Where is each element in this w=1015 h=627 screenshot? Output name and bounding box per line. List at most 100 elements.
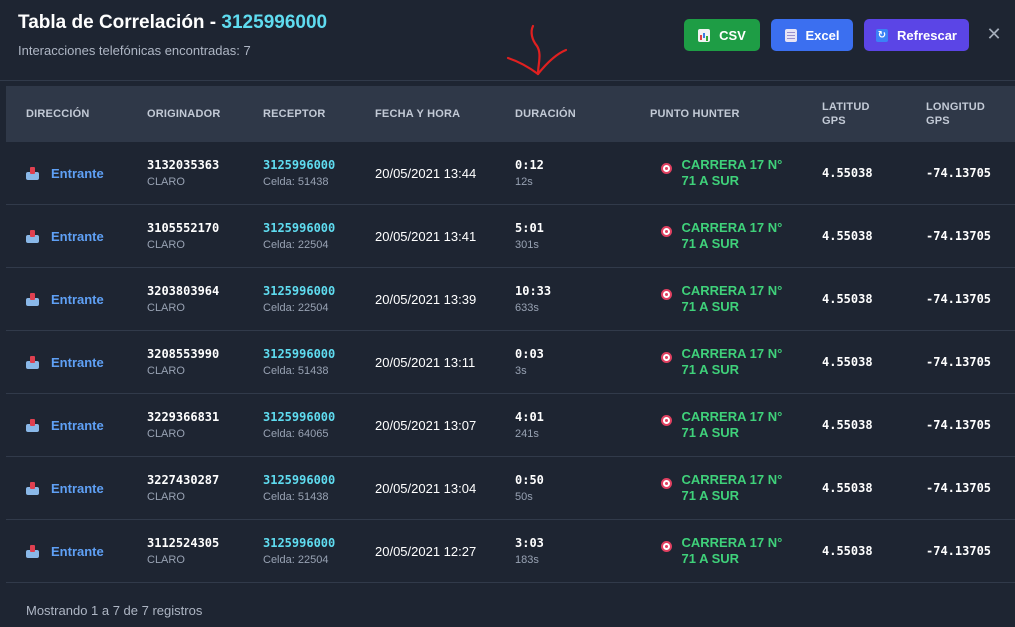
excel-button[interactable]: Excel [771, 19, 853, 51]
originator-number: 3105552170 [147, 221, 220, 235]
refresh-button[interactable]: ↻ Refrescar [864, 19, 969, 51]
table-row[interactable]: Entrante 3105552170 CLARO 3125996000 Cel… [6, 205, 1015, 268]
hunter-point: CARRERA 17 N° 71 A SUR [681, 157, 783, 188]
receiver-number[interactable]: 3125996000 [263, 536, 363, 550]
column-header-direction[interactable]: DIRECCIÓN [26, 86, 136, 142]
target-icon [660, 414, 672, 426]
duration-seconds: 50s [515, 491, 533, 503]
table-row[interactable]: Entrante 3229366831 CLARO 3125996000 Cel… [6, 394, 1015, 457]
duration-cell: 0:12 12s [515, 142, 615, 204]
direction-cell: Entrante [26, 268, 136, 330]
duration-cell: 3:03 183s [515, 520, 615, 582]
inbox-icon [26, 229, 39, 243]
longitude-cell: -74.13705 [926, 142, 1011, 204]
close-icon[interactable]: ✕ [986, 25, 1002, 43]
latitude-cell: 4.55038 [822, 205, 902, 267]
receiver-cell-id: Celda: 22504 [263, 554, 329, 566]
originator-cell: 3132035363 CLARO [147, 142, 247, 204]
call-datetime: 20/05/2021 13:11 [375, 354, 476, 370]
column-header-datetime[interactable]: FECHA Y HORA [375, 86, 495, 142]
originator-cell: 3203803964 CLARO [147, 268, 247, 330]
duration-cell: 0:50 50s [515, 457, 615, 519]
receiver-number[interactable]: 3125996000 [263, 410, 363, 424]
title-text: Tabla de Correlación - [18, 12, 222, 33]
duration-value: 0:12 [515, 158, 544, 172]
title-phone: 3125996000 [221, 12, 328, 33]
call-datetime: 20/05/2021 13:39 [375, 291, 477, 307]
duration-value: 0:03 [515, 347, 544, 361]
datetime-cell: 20/05/2021 13:44 [375, 142, 505, 204]
table-row[interactable]: Entrante 3208553990 CLARO 3125996000 Cel… [6, 331, 1015, 394]
duration-cell: 10:33 633s [515, 268, 615, 330]
longitude-cell: -74.13705 [926, 331, 1011, 393]
direction-label: Entrante [51, 165, 104, 181]
hunter-point: CARRERA 17 N° 71 A SUR [681, 220, 783, 251]
receiver-number[interactable]: 3125996000 [263, 347, 363, 361]
latitude-value: 4.55038 [822, 292, 873, 306]
column-header-duration[interactable]: DURACIÓN [515, 86, 615, 142]
datetime-cell: 20/05/2021 13:11 [375, 331, 505, 393]
column-header-longitude[interactable]: LONGITUD GPS [926, 86, 996, 142]
direction-cell: Entrante [26, 520, 136, 582]
datetime-cell: 20/05/2021 12:27 [375, 520, 505, 582]
originator-cell: 3105552170 CLARO [147, 205, 247, 267]
direction-cell: Entrante [26, 205, 136, 267]
latitude-value: 4.55038 [822, 418, 873, 432]
latitude-cell: 4.55038 [822, 142, 902, 204]
target-icon [660, 540, 672, 552]
table-row[interactable]: Entrante 3203803964 CLARO 3125996000 Cel… [6, 268, 1015, 331]
table-row[interactable]: Entrante 3112524305 CLARO 3125996000 Cel… [6, 520, 1015, 583]
inbox-icon [26, 355, 39, 369]
call-datetime: 20/05/2021 12:27 [375, 543, 477, 559]
receiver-cell-id: Celda: 22504 [263, 239, 329, 251]
duration-value: 10:33 [515, 284, 552, 298]
hunter-cell: CARRERA 17 N° 71 A SUR [652, 268, 802, 330]
target-icon [660, 288, 672, 300]
receiver-number[interactable]: 3125996000 [263, 221, 363, 235]
originator-number: 3229366831 [147, 410, 220, 424]
excel-label: Excel [805, 27, 840, 43]
originator-cell: 3227430287 CLARO [147, 457, 247, 519]
latitude-cell: 4.55038 [822, 520, 902, 582]
longitude-cell: -74.13705 [926, 520, 1011, 582]
duration-seconds: 301s [515, 239, 539, 251]
hunter-cell: CARRERA 17 N° 71 A SUR [652, 331, 802, 393]
refresh-icon: ↻ [876, 28, 888, 42]
originator-number: 3203803964 [147, 284, 220, 298]
inbox-icon [26, 166, 39, 180]
hunter-point: CARRERA 17 N° 71 A SUR [681, 283, 783, 314]
receiver-cell: 3125996000 Celda: 22504 [263, 205, 363, 267]
latitude-cell: 4.55038 [822, 331, 902, 393]
column-header-hunter[interactable]: PUNTO HUNTER [650, 86, 780, 142]
datetime-cell: 20/05/2021 13:41 [375, 205, 505, 267]
direction-label: Entrante [51, 228, 104, 244]
duration-cell: 0:03 3s [515, 331, 615, 393]
csv-button[interactable]: CSV [684, 19, 760, 51]
column-header-latitude[interactable]: LATITUD GPS [822, 86, 882, 142]
originator-number: 3132035363 [147, 158, 220, 172]
originator-carrier: CLARO [147, 491, 185, 503]
duration-value: 5:01 [515, 221, 544, 235]
inbox-icon [26, 544, 39, 558]
table-row[interactable]: Entrante 3227430287 CLARO 3125996000 Cel… [6, 457, 1015, 520]
modal-title: Tabla de Correlación - 3125996000 [18, 12, 327, 34]
receiver-number[interactable]: 3125996000 [263, 284, 363, 298]
modal-header: Tabla de Correlación - 3125996000 Intera… [0, 0, 1015, 81]
table-body: Entrante 3132035363 CLARO 3125996000 Cel… [6, 142, 1015, 583]
red-arrow-annotation [506, 24, 568, 76]
table-row[interactable]: Entrante 3132035363 CLARO 3125996000 Cel… [6, 142, 1015, 205]
longitude-cell: -74.13705 [926, 205, 1011, 267]
receiver-number[interactable]: 3125996000 [263, 158, 363, 172]
column-header-receiver[interactable]: RECEPTOR [263, 86, 363, 142]
originator-cell: 3229366831 CLARO [147, 394, 247, 456]
longitude-value: -74.13705 [926, 481, 992, 495]
duration-seconds: 3s [515, 365, 527, 377]
latitude-value: 4.55038 [822, 229, 873, 243]
receiver-number[interactable]: 3125996000 [263, 473, 363, 487]
column-header-originator[interactable]: ORIGINADOR [147, 86, 247, 142]
table-header: DIRECCIÓN ORIGINADOR RECEPTOR FECHA Y HO… [6, 86, 1015, 142]
latitude-value: 4.55038 [822, 355, 873, 369]
originator-cell: 3112524305 CLARO [147, 520, 247, 582]
hunter-point: CARRERA 17 N° 71 A SUR [681, 346, 783, 377]
target-icon [660, 162, 672, 174]
